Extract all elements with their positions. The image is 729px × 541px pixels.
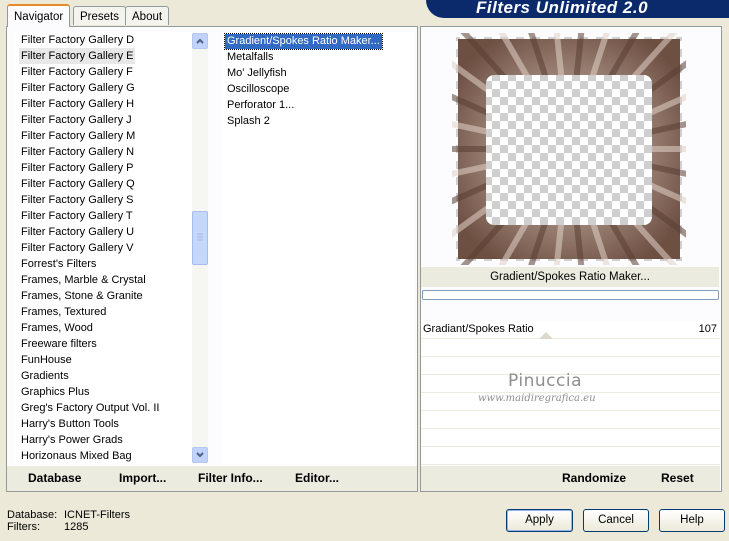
category-item[interactable]: Frames, Stone & Granite	[19, 288, 145, 304]
filters-count-value: 1285	[64, 521, 89, 533]
database-link[interactable]: Database	[28, 471, 81, 485]
preview-image	[399, 0, 729, 319]
filter-item[interactable]: Perforator 1...	[225, 98, 296, 113]
parameter-row-empty	[421, 411, 720, 429]
category-item[interactable]: Greg's Factory Output Vol. II	[19, 400, 161, 416]
reset-button[interactable]: Reset	[661, 471, 694, 485]
category-item[interactable]: Frames, Wood	[19, 320, 95, 336]
tab-navigator[interactable]: Navigator	[7, 4, 71, 27]
category-item[interactable]: Filter Factory Gallery V	[19, 240, 135, 256]
category-item[interactable]: Horizonaus Mixed Bag	[19, 448, 134, 464]
filter-info-link[interactable]: Filter Info...	[198, 471, 263, 485]
scroll-up-button[interactable]	[192, 33, 208, 49]
category-item[interactable]: Filter Factory Gallery N	[19, 144, 136, 160]
tab-presets[interactable]: Presets	[73, 6, 126, 25]
parameter-row-empty	[421, 339, 720, 357]
category-scrollbar[interactable]	[192, 33, 208, 463]
category-item[interactable]: Filter Factory Gallery F	[19, 64, 135, 80]
cancel-button[interactable]: Cancel	[583, 509, 649, 532]
filter-preview	[399, 0, 729, 319]
apply-button[interactable]: Apply	[506, 509, 573, 532]
category-item[interactable]: FunHouse	[19, 352, 74, 368]
import-link[interactable]: Import...	[119, 471, 166, 485]
category-item[interactable]: Frames, Textured	[19, 304, 108, 320]
category-item[interactable]: Frames, Marble & Crystal	[19, 272, 148, 288]
category-item[interactable]: Filter Factory Gallery U	[19, 224, 136, 240]
category-item[interactable]: Filter Factory Gallery M	[19, 128, 137, 144]
slider-pointer-icon[interactable]	[539, 331, 553, 339]
scroll-down-button[interactable]	[192, 447, 208, 463]
database-status-label: Database:	[7, 509, 58, 521]
parameter-row-empty	[421, 447, 720, 465]
filters-count-label: Filters:	[7, 521, 40, 533]
filter-list[interactable]: Gradient/Spokes Ratio Maker... Metalfalls…	[222, 32, 414, 464]
preview-button-bar: Randomize Reset	[421, 466, 720, 491]
category-item[interactable]: Filter Factory Gallery J	[19, 112, 134, 128]
database-status-value: ICNET-Filters	[64, 509, 130, 521]
help-button[interactable]: Help	[659, 509, 725, 532]
watermark-name: Pinuccia	[508, 371, 582, 391]
editor-link[interactable]: Editor...	[295, 471, 339, 485]
randomize-button[interactable]: Randomize	[562, 471, 626, 485]
scroll-thumb[interactable]	[192, 211, 208, 265]
preview-filter-name: Gradient/Spokes Ratio Maker...	[421, 267, 719, 287]
category-item[interactable]: Filter Factory Gallery P	[19, 160, 135, 176]
category-item[interactable]: Harry's Power Grads	[19, 432, 125, 448]
parameter-label: Gradiant/Spokes Ratio	[423, 323, 534, 335]
parameter-row-empty	[421, 429, 720, 447]
category-item[interactable]: Graphics Plus	[19, 384, 91, 400]
category-item[interactable]: Filter Factory Gallery Q	[19, 176, 137, 192]
chevron-up-icon	[196, 38, 204, 44]
watermark-url: www.maidiregrafica.eu	[478, 393, 596, 404]
category-item[interactable]: Filter Factory Gallery D	[19, 32, 136, 48]
parameter-value: 107	[698, 323, 717, 335]
banner-title: Filters Unlimited 2.0	[476, 0, 649, 17]
category-item[interactable]: Freeware filters	[19, 336, 99, 352]
category-item[interactable]: Filter Factory Gallery S	[19, 192, 135, 208]
navigator-link-bar: Database Import... Filter Info... Editor…	[7, 466, 417, 491]
category-item[interactable]: Forrest's Filters	[19, 256, 98, 272]
tab-about[interactable]: About	[125, 6, 170, 25]
category-item[interactable]: Gradients	[19, 368, 71, 384]
filter-item[interactable]: Mo' Jellyfish	[225, 66, 289, 81]
category-item[interactable]: Filter Factory Gallery G	[19, 80, 137, 96]
category-list[interactable]: Filter Factory Gallery D Filter Factory G…	[14, 32, 208, 464]
progress-bar	[422, 290, 719, 300]
grip-icon	[197, 233, 203, 241]
filter-item[interactable]: Splash 2	[225, 114, 272, 129]
category-item[interactable]: Filter Factory Gallery H	[19, 96, 136, 112]
title-banner: Filters Unlimited 2.0	[426, 0, 729, 18]
filter-item[interactable]: Gradient/Spokes Ratio Maker...	[224, 33, 383, 50]
chevron-down-icon	[196, 452, 204, 458]
filter-item[interactable]: Metalfalls	[225, 50, 275, 65]
category-item[interactable]: Filter Factory Gallery E	[19, 48, 136, 64]
parameter-row[interactable]: Gradiant/Spokes Ratio 107	[421, 321, 720, 339]
category-item[interactable]: Filter Factory Gallery T	[19, 208, 135, 224]
category-item[interactable]: Harry's Button Tools	[19, 416, 121, 432]
filter-item[interactable]: Oscilloscope	[225, 82, 291, 97]
